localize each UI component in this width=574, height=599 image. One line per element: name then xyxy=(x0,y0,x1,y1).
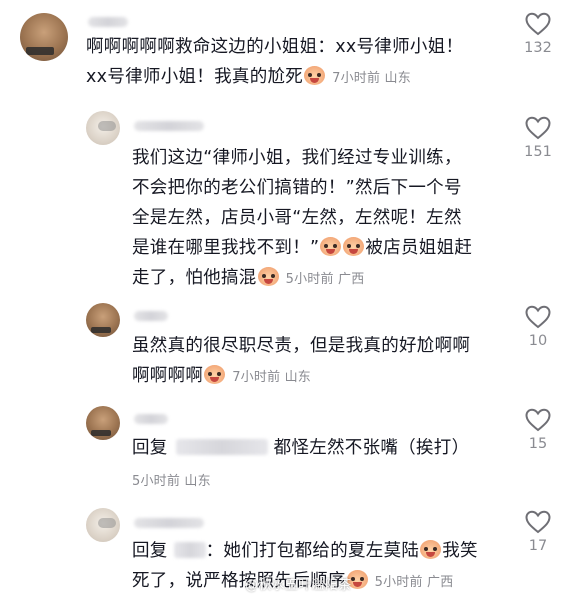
like-count: 17 xyxy=(528,538,548,554)
reply-prefix: 回复 xyxy=(132,541,168,561)
username-blurred[interactable] xyxy=(134,518,204,528)
crying-emoji-icon xyxy=(304,66,326,85)
watermark: @秋水五叶溢阳茶 xyxy=(245,578,352,593)
like-count: 132 xyxy=(524,40,552,56)
username-blurred[interactable] xyxy=(134,311,168,321)
avatar[interactable] xyxy=(20,13,68,61)
mention-blurred[interactable] xyxy=(175,439,268,455)
comment-meta: 5小时前 广西 xyxy=(374,575,454,590)
heart-icon xyxy=(525,510,551,534)
like-count: 10 xyxy=(528,333,548,349)
comment-meta: 7小时前 山东 xyxy=(232,370,312,385)
crying-emoji-icon xyxy=(420,540,442,559)
like-button[interactable]: 151 xyxy=(520,116,556,160)
comment-meta: 5小时前 广西 xyxy=(285,272,365,287)
like-button[interactable]: 17 xyxy=(520,510,556,554)
username-blurred[interactable] xyxy=(88,17,128,27)
like-count: 15 xyxy=(528,436,548,452)
avatar[interactable] xyxy=(86,508,120,542)
comment-text: 回复 都怪左然不张嘴（挨打） xyxy=(132,438,470,458)
heart-icon xyxy=(525,116,551,140)
heart-icon xyxy=(525,305,551,329)
like-count: 151 xyxy=(524,144,552,160)
crying-emoji-icon xyxy=(257,267,279,286)
username-blurred[interactable] xyxy=(134,121,204,131)
comment-text: 啊啊啊啊啊救命这边的小姐姐：xx号律师小姐！ xx号律师小姐！我真的尬死 7小时前… xyxy=(86,37,464,87)
heart-icon xyxy=(525,408,551,432)
like-button[interactable]: 132 xyxy=(520,12,556,56)
heart-icon xyxy=(525,12,551,36)
comment-text: 我们这边“律师小姐，我们经过专业训练， 不会把你的老公们搞错的！”然后下一个号 … xyxy=(132,148,473,288)
crying-emoji-icon xyxy=(204,365,226,384)
crying-emoji-icon xyxy=(320,237,342,256)
comment-meta: 7小时前 山东 xyxy=(332,71,411,86)
comment-text: 虽然真的很尽职尽责，但是我真的好尬啊啊 啊啊啊啊 7小时前 山东 xyxy=(132,336,471,386)
like-button[interactable]: 15 xyxy=(520,408,556,452)
reply-prefix: 回复 xyxy=(132,438,168,458)
mention-blurred[interactable] xyxy=(173,542,206,558)
avatar[interactable] xyxy=(86,111,120,145)
username-blurred[interactable] xyxy=(134,414,168,424)
like-button[interactable]: 10 xyxy=(520,305,556,349)
avatar[interactable] xyxy=(86,406,120,440)
comment-meta: 5小时前 山东 xyxy=(132,474,211,489)
crying-emoji-icon xyxy=(343,237,365,256)
avatar[interactable] xyxy=(86,303,120,337)
